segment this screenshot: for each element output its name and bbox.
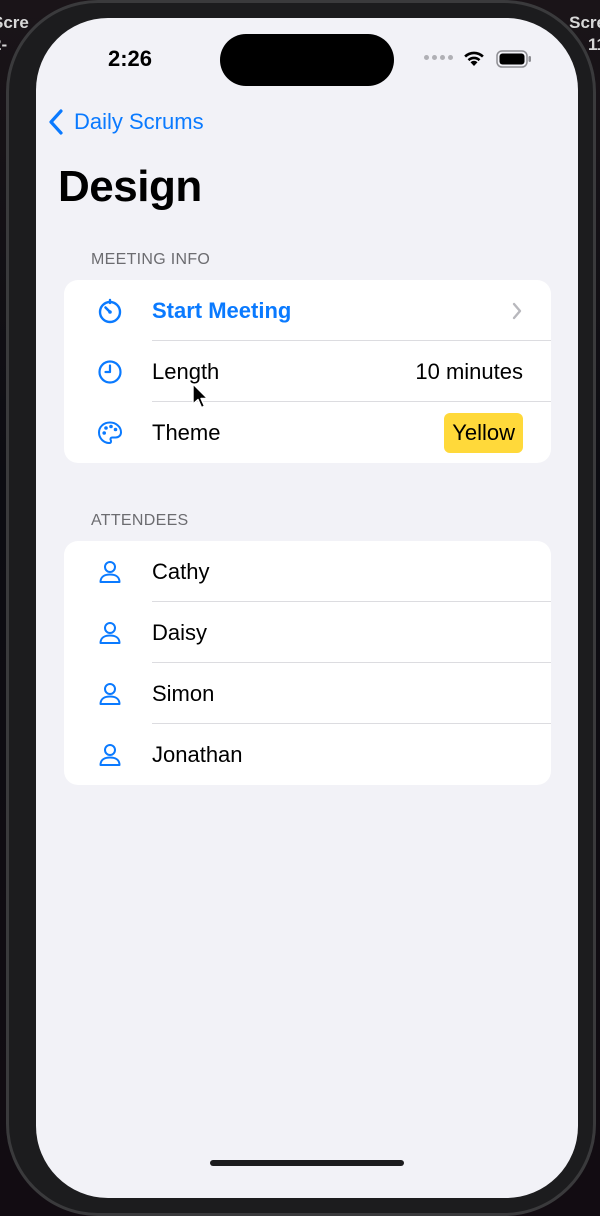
attendee-row[interactable]: Daisy bbox=[64, 602, 551, 663]
attendee-row[interactable]: Simon bbox=[64, 663, 551, 724]
palette-icon bbox=[96, 419, 124, 447]
attendee-name: Daisy bbox=[152, 619, 208, 645]
dynamic-island bbox=[220, 34, 394, 86]
home-indicator[interactable] bbox=[210, 1160, 404, 1166]
attendee-name: Jonathan bbox=[152, 741, 243, 767]
mouse-cursor-icon bbox=[192, 383, 209, 409]
chevron-right-icon bbox=[512, 302, 522, 319]
meeting-info-card: Start Meeting Length 10 minutes Theme Ye… bbox=[64, 280, 551, 463]
back-button[interactable]: Daily Scrums bbox=[46, 108, 204, 136]
page-title: Design bbox=[58, 162, 202, 211]
theme-badge: Yellow bbox=[444, 412, 523, 453]
theme-label: Theme bbox=[152, 419, 221, 445]
cellular-signal-icon bbox=[424, 55, 453, 60]
person-icon bbox=[96, 741, 124, 769]
start-meeting-row[interactable]: Start Meeting bbox=[64, 280, 551, 341]
length-value: 10 minutes bbox=[415, 358, 523, 384]
start-meeting-label: Start Meeting bbox=[152, 297, 292, 323]
attendee-name: Simon bbox=[152, 680, 215, 706]
timer-icon bbox=[96, 297, 124, 325]
attendees-card: Cathy Daisy Simon Jonathan bbox=[64, 541, 551, 785]
wifi-icon bbox=[464, 51, 484, 66]
length-row[interactable]: Length 10 minutes bbox=[64, 341, 551, 402]
clock-icon bbox=[96, 358, 124, 386]
status-time: 2:26 bbox=[108, 46, 153, 71]
phone-screen: 2:26 Daily Scrums Design MEETING INFO St… bbox=[36, 18, 578, 1198]
battery-icon bbox=[496, 50, 531, 68]
section-header-attendees: ATTENDEES bbox=[91, 512, 189, 529]
attendee-name: Cathy bbox=[152, 558, 210, 584]
chevron-left-icon bbox=[49, 109, 63, 135]
phone-frame: 2:26 Daily Scrums Design MEETING INFO St… bbox=[6, 0, 596, 1216]
back-button-label: Daily Scrums bbox=[74, 109, 204, 134]
person-icon bbox=[96, 680, 124, 708]
section-header-meeting-info: MEETING INFO bbox=[91, 251, 211, 268]
person-icon bbox=[96, 558, 124, 586]
attendee-row[interactable]: Jonathan bbox=[64, 724, 551, 785]
length-label: Length bbox=[152, 358, 220, 384]
attendee-row[interactable]: Cathy bbox=[64, 541, 551, 602]
person-icon bbox=[96, 619, 124, 647]
theme-row[interactable]: Theme Yellow bbox=[64, 402, 551, 463]
